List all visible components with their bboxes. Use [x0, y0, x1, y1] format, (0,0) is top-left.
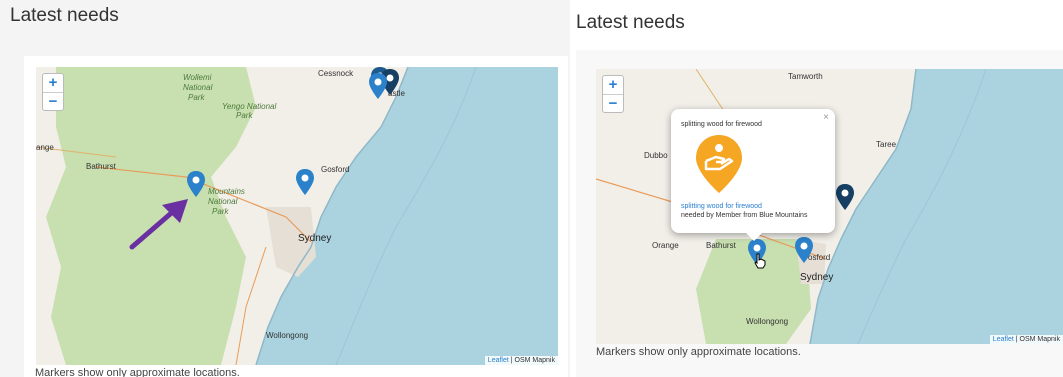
map-attribution: Leaflet | OSM Mapnik [484, 356, 558, 365]
map-label-blue-mountains: Mountains [208, 187, 245, 196]
map-attribution: Leaflet | OSM Mapnik [989, 335, 1063, 344]
approximate-locations-note: Markers show only approximate locations. [596, 346, 801, 358]
annotation-arrow-icon [129, 199, 188, 250]
popup-needed-by: needed by Member from Blue Mountains [681, 212, 808, 219]
map-marker[interactable] [836, 184, 854, 210]
zoom-out-button[interactable]: − [603, 94, 623, 112]
approximate-locations-note: Markers show only approximate locations. [35, 367, 240, 377]
hand-cursor-icon [754, 253, 766, 269]
latest-needs-heading: Latest needs [10, 5, 119, 26]
map-label-bathurst: Bathurst [86, 162, 116, 171]
map-label-yengo-park: Park [236, 111, 253, 120]
needs-map[interactable]: Wollemi National Park Yengo National Par… [36, 67, 558, 365]
map-label-bm-park: Park [212, 207, 229, 216]
map-label-wollemi-national: National [183, 83, 213, 92]
map-label-orange: ange [36, 143, 54, 152]
zoom-control: + − [42, 73, 64, 111]
map-marker-gosford[interactable] [795, 237, 813, 263]
map-label-dubbo: Dubbo [644, 151, 668, 160]
map-label-cessnock: Cessnock [318, 69, 354, 78]
map-base [36, 67, 477, 365]
map-label-tamworth: Tamworth [788, 72, 823, 81]
map-card: Tamworth Dubbo Taree Orange Bathurst osf… [576, 50, 1063, 377]
map-label-taree: Taree [876, 140, 897, 149]
map-label-wollemi-park: Park [188, 93, 205, 102]
map-marker-gosford[interactable] [296, 169, 314, 195]
need-popup: × splitting wood for firewood splitting … [671, 109, 835, 241]
map-label-sydney: Sydney [800, 272, 834, 283]
left-panel: Latest needs Wollemi National Park Yengo… [0, 0, 570, 377]
zoom-in-button[interactable]: + [43, 74, 63, 92]
map-label-wollongong: Wollongong [746, 317, 789, 326]
latest-needs-heading: Latest needs [576, 12, 685, 33]
map-label-yengo: Yengo National [222, 102, 277, 111]
right-panel: Latest needs Tamworth Dubbo Taree Orange… [572, 0, 1063, 377]
zoom-control: + − [602, 75, 624, 113]
zoom-in-button[interactable]: + [603, 76, 623, 94]
helping-hand-pin-icon [696, 135, 742, 193]
map-label-gosford: Gosford [321, 165, 350, 174]
map-card: Wollemi National Park Yengo National Par… [24, 56, 568, 377]
map-label-sydney: Sydney [298, 233, 332, 244]
map-label-orange: Orange [652, 241, 679, 250]
map-label-bathurst: Bathurst [706, 241, 736, 250]
popup-close-button[interactable]: × [823, 112, 829, 123]
leaflet-link[interactable]: Leaflet [488, 357, 509, 364]
needs-map[interactable]: Tamworth Dubbo Taree Orange Bathurst osf… [596, 69, 1063, 344]
attribution-text: | OSM Mapnik [1013, 336, 1060, 343]
zoom-out-button[interactable]: − [43, 92, 63, 110]
attribution-text: | OSM Mapnik [508, 357, 555, 364]
popup-tip [746, 233, 762, 241]
popup-need-link[interactable]: splitting wood for firewood [681, 203, 762, 210]
popup-title: splitting wood for firewood [681, 121, 762, 128]
map-label-wollongong: Wollongong [266, 331, 309, 340]
map-marker-blue-mountains[interactable] [187, 171, 205, 197]
leaflet-link[interactable]: Leaflet [993, 336, 1014, 343]
map-label-wollemi: Wollemi [183, 73, 212, 82]
map-label-bm-national: National [208, 197, 238, 206]
map-marker[interactable] [369, 73, 387, 99]
